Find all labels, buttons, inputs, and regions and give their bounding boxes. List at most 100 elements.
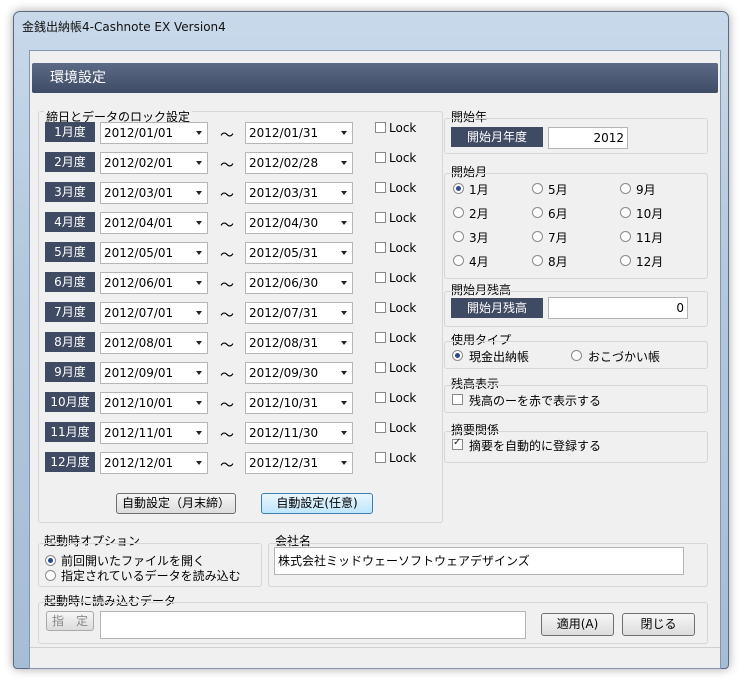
lock-checkbox[interactable] (375, 212, 386, 223)
lock-checkbox[interactable] (375, 152, 386, 163)
lock-label: Lock (389, 121, 417, 135)
lock-checkbox[interactable] (375, 392, 386, 403)
lock-checkbox[interactable] (375, 242, 386, 253)
start-date-select[interactable]: 2012/01/01 (100, 122, 208, 144)
end-date-select[interactable]: 2012/11/30 (245, 422, 353, 444)
start-date-value: 2012/10/01 (104, 396, 174, 410)
month-tag: 1月度 (45, 122, 95, 142)
range-tilde: ～ (220, 458, 234, 474)
lock-label: Lock (389, 331, 417, 345)
start-date-select[interactable]: 2012/05/01 (100, 242, 208, 264)
start-date-select[interactable]: 2012/09/01 (100, 362, 208, 384)
end-date-select[interactable]: 2012/10/31 (245, 392, 353, 414)
negative-red-checkbox[interactable] (452, 394, 463, 405)
range-tilde: ～ (220, 368, 234, 384)
start-date-select[interactable]: 2012/06/01 (100, 272, 208, 294)
start-month-option-label: 12月 (636, 255, 664, 269)
start-month-radio[interactable] (620, 183, 631, 194)
end-date-select[interactable]: 2012/07/31 (245, 302, 353, 324)
end-date-select[interactable]: 2012/09/30 (245, 362, 353, 384)
start-date-value: 2012/04/01 (104, 216, 174, 230)
start-month-option-label: 3月 (469, 231, 489, 245)
start-month-radio[interactable] (620, 255, 631, 266)
start-month-radio[interactable] (453, 231, 464, 242)
close-button[interactable]: 閉じる (622, 613, 695, 636)
range-tilde: ～ (220, 278, 234, 294)
start-date-value: 2012/08/01 (104, 336, 174, 350)
start-date-select[interactable]: 2012/07/01 (100, 302, 208, 324)
start-month-radio[interactable] (620, 231, 631, 242)
usage-cashbook-radio[interactable] (452, 350, 463, 361)
start-date-select[interactable]: 2012/04/01 (100, 212, 208, 234)
start-month-radio[interactable] (453, 255, 464, 266)
page-title: 環境設定 (32, 63, 718, 93)
lock-checkbox[interactable] (375, 452, 386, 463)
lock-checkbox[interactable] (375, 182, 386, 193)
range-tilde: ～ (220, 188, 234, 204)
start-date-select[interactable]: 2012/08/01 (100, 332, 208, 354)
end-date-select[interactable]: 2012/12/31 (245, 452, 353, 474)
start-date-value: 2012/07/01 (104, 306, 174, 320)
end-date-value: 2012/10/31 (249, 396, 319, 410)
month-tag: 6月度 (45, 272, 95, 292)
chevron-down-icon (196, 311, 202, 315)
negative-red-label: 残高のーを赤で表示する (469, 394, 602, 408)
start-month-radio[interactable] (532, 183, 543, 194)
month-tag: 12月度 (45, 452, 95, 472)
lock-label: Lock (389, 421, 417, 435)
lock-label: Lock (389, 151, 417, 165)
end-date-select[interactable]: 2012/01/31 (245, 122, 353, 144)
start-month-radio[interactable] (453, 207, 464, 218)
company-input[interactable]: 株式会社ミッドウェーソフトウェアデザインズ (274, 547, 684, 575)
chevron-down-icon (341, 281, 347, 285)
start-month-radio[interactable] (532, 255, 543, 266)
auto-month-end-button[interactable]: 自動設定（月末締） (116, 493, 236, 514)
lock-checkbox[interactable] (375, 422, 386, 433)
status-bar (30, 647, 720, 668)
auto-register-checkbox[interactable] (452, 437, 463, 450)
auto-custom-button[interactable]: 自動設定(任意) (261, 493, 373, 514)
load-specified-radio[interactable] (45, 570, 56, 581)
range-tilde: ～ (220, 338, 234, 354)
start-date-select[interactable]: 2012/12/01 (100, 452, 208, 474)
end-date-select[interactable]: 2012/05/31 (245, 242, 353, 264)
specify-button[interactable]: 指 定 (46, 611, 94, 631)
end-date-select[interactable]: 2012/06/30 (245, 272, 353, 294)
start-date-select[interactable]: 2012/02/01 (100, 152, 208, 174)
range-tilde: ～ (220, 128, 234, 144)
end-date-value: 2012/06/30 (249, 276, 319, 290)
lock-label: Lock (389, 181, 417, 195)
start-year-tag: 開始月年度 (451, 127, 543, 147)
lock-label: Lock (389, 451, 417, 465)
lock-checkbox[interactable] (375, 302, 386, 313)
end-date-select[interactable]: 2012/03/31 (245, 182, 353, 204)
month-tag: 2月度 (45, 152, 95, 172)
apply-button[interactable]: 適用(A) (541, 613, 614, 636)
range-tilde: ～ (220, 248, 234, 264)
lock-checkbox[interactable] (375, 272, 386, 283)
lock-label: Lock (389, 301, 417, 315)
start-year-input[interactable]: 2012 (548, 127, 628, 149)
lock-checkbox[interactable] (375, 122, 386, 133)
start-balance-input[interactable]: 0 (548, 297, 688, 319)
start-month-radio[interactable] (453, 183, 464, 194)
end-date-select[interactable]: 2012/04/30 (245, 212, 353, 234)
window-title: 金銭出納帳4-Cashnote EX Version4 (22, 20, 226, 34)
start-date-select[interactable]: 2012/10/01 (100, 392, 208, 414)
lock-checkbox[interactable] (375, 362, 386, 373)
end-date-select[interactable]: 2012/02/28 (245, 152, 353, 174)
start-month-option-label: 7月 (548, 231, 568, 245)
start-date-select[interactable]: 2012/03/01 (100, 182, 208, 204)
open-last-file-radio[interactable] (45, 555, 56, 566)
start-date-select[interactable]: 2012/11/01 (100, 422, 208, 444)
startup-data-path[interactable] (100, 611, 526, 639)
usage-allowance-radio[interactable] (571, 350, 582, 361)
start-month-radio[interactable] (532, 207, 543, 218)
start-month-radio[interactable] (620, 207, 631, 218)
lock-label: Lock (389, 241, 417, 255)
end-date-value: 2012/09/30 (249, 366, 319, 380)
start-month-radio[interactable] (532, 231, 543, 242)
end-date-select[interactable]: 2012/08/31 (245, 332, 353, 354)
lock-checkbox[interactable] (375, 332, 386, 343)
load-specified-label: 指定されているデータを読み込む (61, 569, 241, 583)
